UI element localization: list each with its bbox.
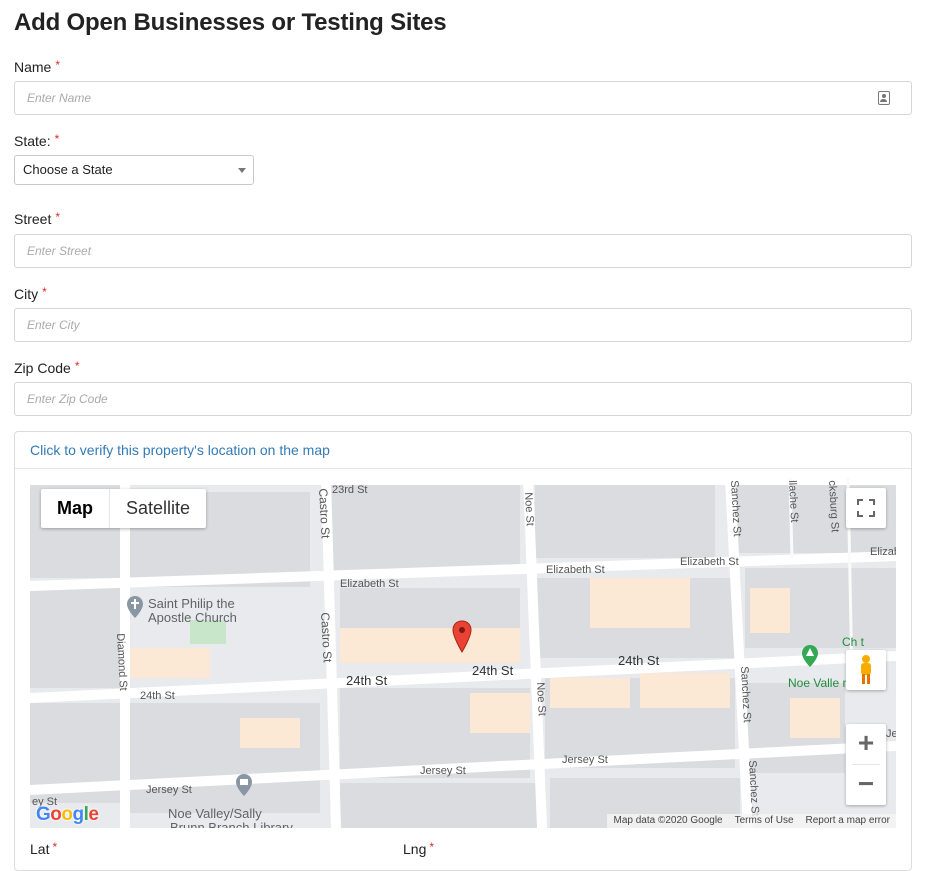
street-label: Diamond St [114, 633, 130, 692]
zoom-out-button[interactable]: − [846, 765, 886, 805]
library-label: Noe Valley/Sally [168, 806, 262, 821]
street-label: 24th St [618, 653, 660, 668]
state-label: State: * [14, 132, 60, 149]
street-view-button[interactable] [846, 650, 886, 690]
street-label: Noe St [522, 492, 536, 527]
street-label: Jersey St [562, 754, 608, 766]
google-logo[interactable]: Google [36, 804, 99, 826]
verify-location-link[interactable]: Click to verify this property's location… [15, 432, 911, 469]
church-label: Saint Philip the [148, 596, 235, 611]
name-label: Name * [14, 58, 61, 75]
library-pin-icon[interactable] [235, 774, 253, 798]
city-input[interactable] [14, 308, 912, 342]
street-label: Elizabeth St [546, 564, 605, 576]
chevron-down-icon [238, 168, 246, 173]
street-label: 24th St [472, 663, 514, 678]
park-pin-icon[interactable] [801, 645, 819, 669]
church-pin-icon[interactable] [126, 596, 144, 620]
fullscreen-button[interactable] [846, 488, 886, 528]
lat-label: Lat * [30, 840, 58, 857]
church-label: Apostle Church [148, 610, 237, 625]
street-input[interactable] [14, 234, 912, 268]
lng-label: Lng * [403, 840, 435, 857]
zoom-control: + − [846, 724, 886, 805]
page: Add Open Businesses or Testing Sites Nam… [0, 0, 926, 871]
map[interactable]: Castro St 23rd St Noe St Sanchez St llac… [30, 478, 896, 828]
map-panel: Click to verify this property's location… [14, 431, 912, 871]
street-label: Sanchez St [746, 760, 761, 817]
street-label: Jersey St [146, 784, 192, 796]
map-type-control: Map Satellite [41, 489, 207, 528]
map-attribution: Map data ©2020 Google Terms of Use Repor… [607, 814, 896, 828]
street-label: Noe St [534, 682, 548, 717]
zip-input[interactable] [14, 382, 912, 416]
report-error-link[interactable]: Report a map error [806, 814, 890, 828]
contact-card-icon[interactable] [878, 91, 890, 105]
state-select[interactable]: Choose a State [14, 155, 254, 185]
location-marker-icon[interactable] [452, 620, 472, 654]
terms-link[interactable]: Terms of Use [735, 814, 794, 828]
map-type-map-button[interactable]: Map [41, 489, 109, 528]
map-type-satellite-button[interactable]: Satellite [110, 489, 206, 528]
page-title: Add Open Businesses or Testing Sites [14, 9, 447, 36]
street-label: cksburg St [826, 480, 841, 533]
street-label: Castro St [318, 612, 335, 663]
street-label: Sanchez St [728, 480, 743, 537]
street-label: Castro St [316, 488, 333, 539]
street-label: Street * [14, 210, 61, 227]
street-label: Elizabeth St [680, 556, 739, 568]
zip-label: Zip Code * [14, 359, 80, 376]
map-data-text: Map data ©2020 Google [613, 815, 723, 826]
name-input[interactable] [14, 81, 912, 115]
street-label: Sanchez St [738, 666, 753, 723]
street-label: Jersey St [420, 765, 466, 777]
street-label: 24th St [346, 673, 388, 688]
street-label: 23rd St [332, 484, 368, 496]
street-label: llache St [786, 480, 801, 523]
fullscreen-icon [857, 499, 875, 517]
library-label: Brunn Branch Library [170, 820, 293, 828]
street-label: Elizabeth St [340, 578, 399, 590]
poi-label: Noe Valle n [788, 676, 850, 690]
city-label: City * [14, 285, 47, 302]
poi-label: Ch t [842, 635, 865, 649]
zoom-in-button[interactable]: + [846, 724, 886, 764]
street-label: Elizab [870, 546, 896, 558]
street-label: 24th St [140, 690, 175, 702]
street-label: Je [886, 728, 896, 740]
pegman-icon [861, 655, 871, 684]
